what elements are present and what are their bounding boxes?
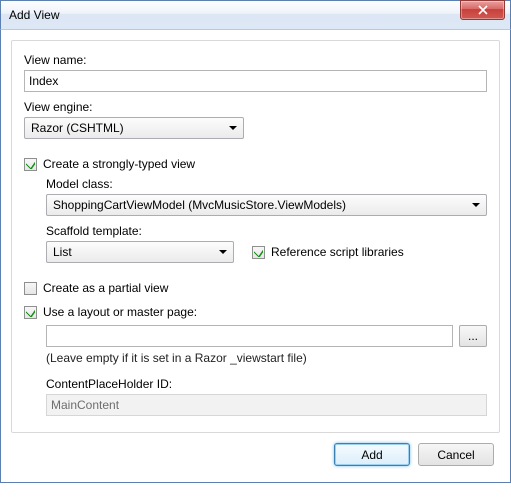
partial-checkbox[interactable] [24,282,37,295]
view-engine-label: View engine: [24,100,487,114]
dialog-body: View name: View engine: Razor (CSHTML) C… [0,30,511,483]
scaffold-row: Scaffold template: List Reference script… [46,224,487,263]
close-icon [477,5,489,15]
group-box: View name: View engine: Razor (CSHTML) C… [11,40,500,433]
layout-hint: (Leave empty if it is set in a Razor _vi… [46,351,487,365]
partial-row: Create as a partial view [24,281,487,295]
model-class-row: Model class: ShoppingCartViewModel (MvcM… [46,177,487,216]
ref-scripts-row: Reference script libraries [252,245,404,259]
use-layout-label: Use a layout or master page: [43,305,197,319]
scaffold-value: List [53,245,72,259]
view-name-input[interactable] [24,70,487,92]
model-class-value: ShoppingCartViewModel (MvcMusicStore.Vie… [53,198,346,212]
cph-label: ContentPlaceHolder ID: [46,377,487,391]
model-class-combo[interactable]: ShoppingCartViewModel (MvcMusicStore.Vie… [46,194,487,216]
scaffold-label: Scaffold template: [46,224,487,238]
view-engine-value: Razor (CSHTML) [31,121,124,135]
chevron-down-icon [214,243,231,261]
cancel-button[interactable]: Cancel [418,443,494,466]
strongly-typed-panel: Model class: ShoppingCartViewModel (MvcM… [46,177,487,263]
strongly-typed-row: Create a strongly-typed view [24,157,487,171]
view-name-label: View name: [24,53,487,67]
strongly-typed-label: Create a strongly-typed view [43,157,195,171]
model-class-label: Model class: [46,177,487,191]
browse-label: ... [468,329,478,343]
scaffold-combo[interactable]: List [46,241,234,263]
use-layout-row: Use a layout or master page: [24,305,487,319]
footer: Add Cancel [11,433,500,472]
view-name-row: View name: [24,53,487,92]
use-layout-checkbox[interactable] [24,306,37,319]
chevron-down-icon [224,119,241,137]
add-button[interactable]: Add [334,443,410,466]
layout-path-row: ... [46,325,487,347]
strongly-typed-checkbox[interactable] [24,158,37,171]
chevron-down-icon [467,196,484,214]
view-engine-combo[interactable]: Razor (CSHTML) [24,117,244,139]
ref-scripts-checkbox[interactable] [252,246,265,259]
cancel-button-label: Cancel [437,448,474,462]
ref-scripts-label: Reference script libraries [271,245,404,259]
view-engine-row: View engine: Razor (CSHTML) [24,100,487,139]
layout-path-input[interactable] [46,325,453,347]
cph-input [46,394,487,416]
cph-row: ContentPlaceHolder ID: [46,377,487,416]
scaffold-flex: List Reference script libraries [46,241,487,263]
layout-panel: ... (Leave empty if it is set in a Razor… [46,325,487,416]
titlebar: Add View [0,0,511,30]
close-button[interactable] [460,0,505,20]
title-text: Add View [9,8,59,22]
add-button-label: Add [361,448,382,462]
browse-button[interactable]: ... [459,325,487,347]
partial-label: Create as a partial view [43,281,168,295]
